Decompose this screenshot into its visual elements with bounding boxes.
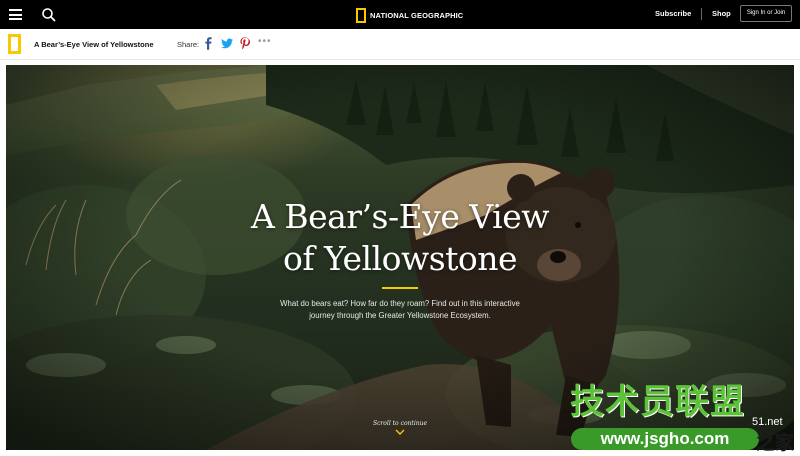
pinterest-icon[interactable] <box>240 37 250 50</box>
facebook-icon[interactable] <box>204 37 213 50</box>
watermark-net-fragment: 51.net <box>752 416 783 428</box>
subscribe-link[interactable]: Subscribe <box>655 9 691 18</box>
article-header-bar: A Bear’s-Eye View of Yellowstone Share: … <box>0 29 800 60</box>
hero-title-line-2: of Yellowstone <box>282 239 518 278</box>
sign-in-button[interactable]: Sign In or Join <box>740 5 792 22</box>
watermark-url: www.jsgho.com <box>571 428 759 450</box>
chevron-down-icon[interactable] <box>395 429 405 435</box>
hero-dek: What do bears eat? How far do they roam?… <box>280 299 520 320</box>
share-label: Share: <box>177 40 200 49</box>
brand-name: NATIONAL GEOGRAPHIC <box>370 10 464 20</box>
watermark-suffix: 之家 <box>756 433 795 454</box>
hero-title: A Bear’s-Eye View of Yellowstone <box>6 196 794 280</box>
nav-divider <box>701 8 702 20</box>
more-icon[interactable]: ••• <box>258 36 272 47</box>
yellow-border-logo-icon[interactable] <box>8 34 21 54</box>
shop-link[interactable]: Shop <box>712 9 731 18</box>
hero-title-underline <box>382 287 418 289</box>
global-nav-bar: NATIONAL GEOGRAPHIC Subscribe Shop Sign … <box>0 0 800 29</box>
yellow-border-logo-icon <box>356 7 366 23</box>
hero-title-line-1: A Bear’s-Eye View <box>251 197 549 236</box>
watermark-chinese-name: 技术员联盟 <box>570 382 745 422</box>
search-icon[interactable] <box>40 6 58 24</box>
twitter-icon[interactable] <box>221 38 233 49</box>
article-title: A Bear’s-Eye View of Yellowstone <box>34 40 154 49</box>
nat-geo-logo[interactable]: NATIONAL GEOGRAPHIC <box>356 7 463 23</box>
hamburger-icon[interactable] <box>9 9 22 20</box>
